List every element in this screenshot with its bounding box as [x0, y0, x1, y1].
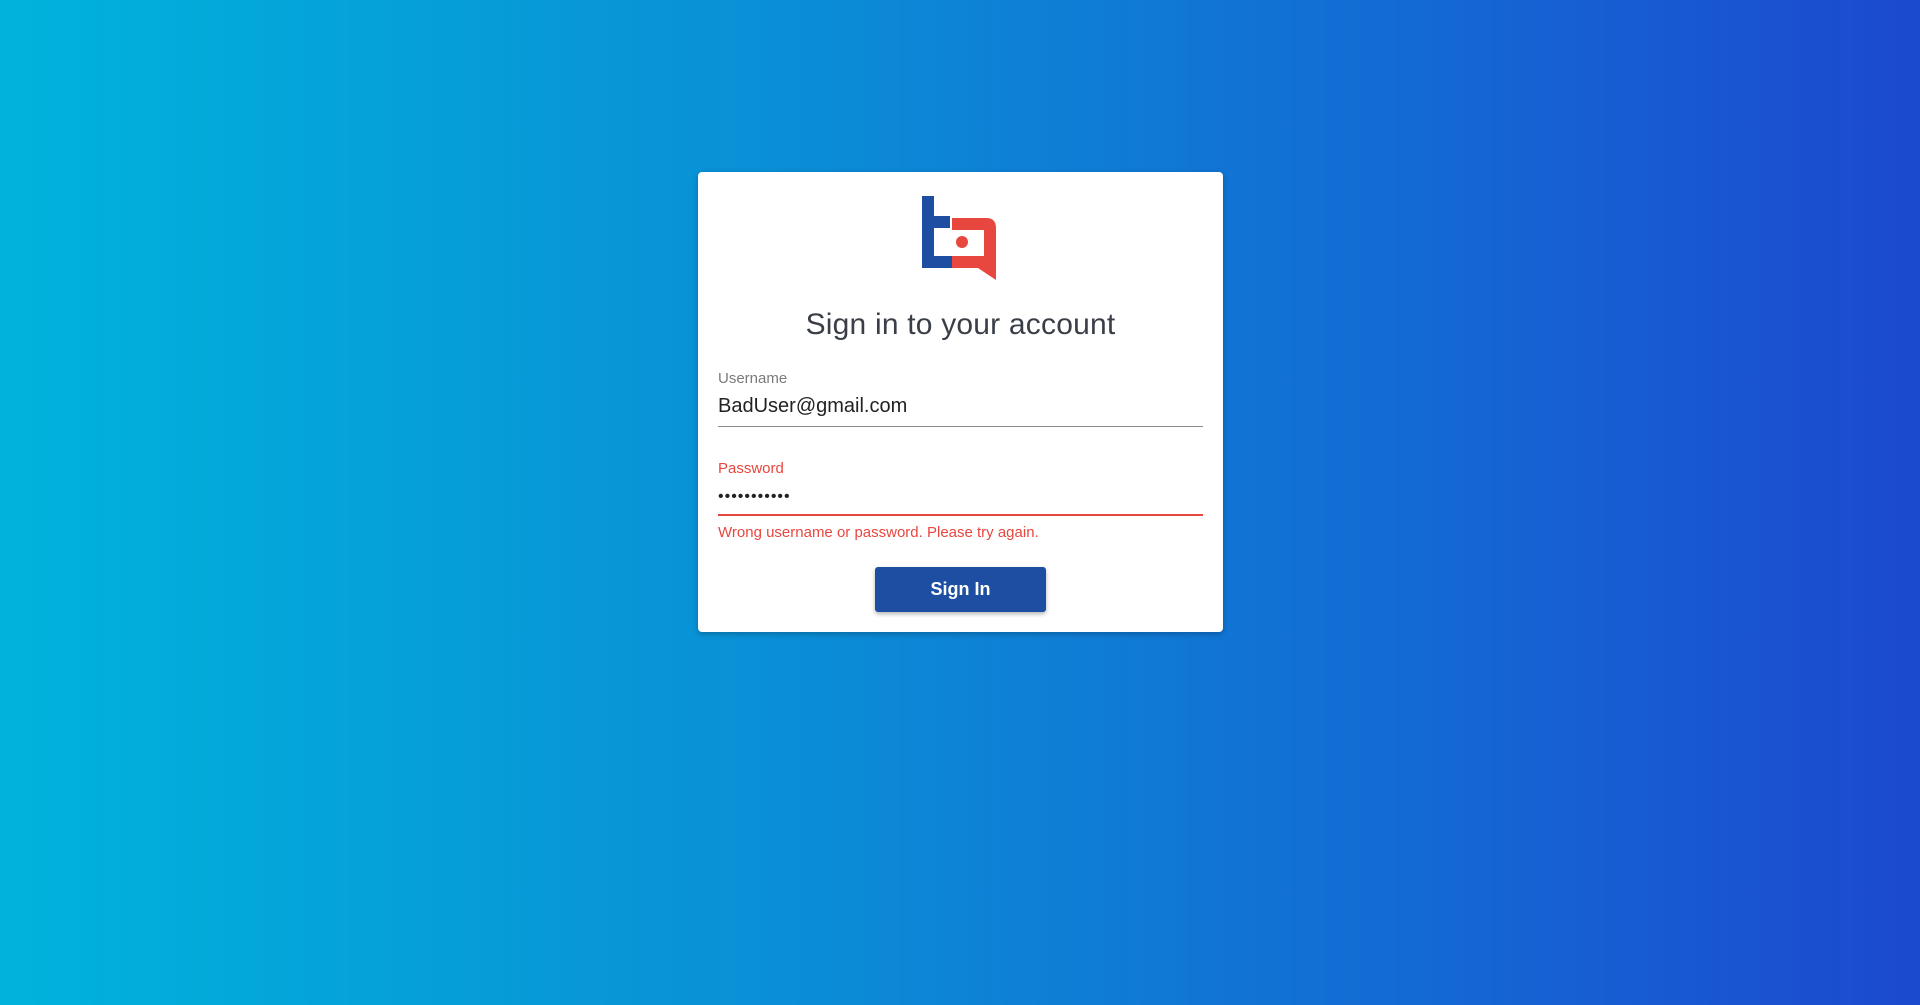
- sign-in-button[interactable]: Sign In: [875, 567, 1046, 612]
- password-label: Password: [718, 460, 784, 477]
- password-input[interactable]: [718, 485, 1203, 516]
- username-input[interactable]: [718, 395, 1203, 427]
- username-field-group: Username: [718, 370, 1203, 427]
- login-card: Sign in to your account Username Passwor…: [698, 172, 1223, 632]
- error-message: Wrong username or password. Please try a…: [718, 524, 1039, 541]
- tq-logo-icon: [922, 196, 996, 280]
- username-label: Username: [718, 370, 788, 387]
- page-title: Sign in to your account: [805, 308, 1116, 341]
- password-field-group: Password Wrong username or password. Ple…: [718, 460, 1203, 541]
